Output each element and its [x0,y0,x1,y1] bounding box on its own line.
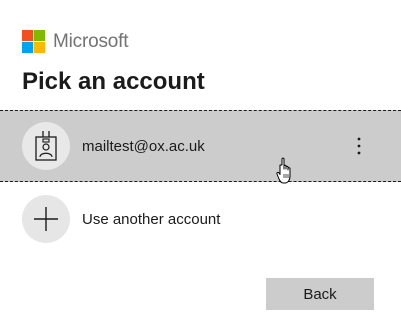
back-button[interactable]: Back [266,278,374,310]
account-tile-mailtest[interactable]: mailtest@ox.ac.uk [0,110,401,182]
account-email: mailtest@ox.ac.uk [82,137,205,155]
plus-icon [34,207,58,231]
add-account-avatar [22,195,70,243]
page-title: Pick an account [22,68,205,95]
brand-name: Microsoft [53,30,129,52]
account-avatar [22,122,70,170]
microsoft-logo: Microsoft [22,30,128,53]
more-options-icon[interactable] [347,132,371,160]
microsoft-logo-icon [22,30,45,53]
use-another-account-tile[interactable]: Use another account [0,183,401,255]
badge-person-icon [35,131,57,161]
use-another-account-label: Use another account [82,210,221,228]
